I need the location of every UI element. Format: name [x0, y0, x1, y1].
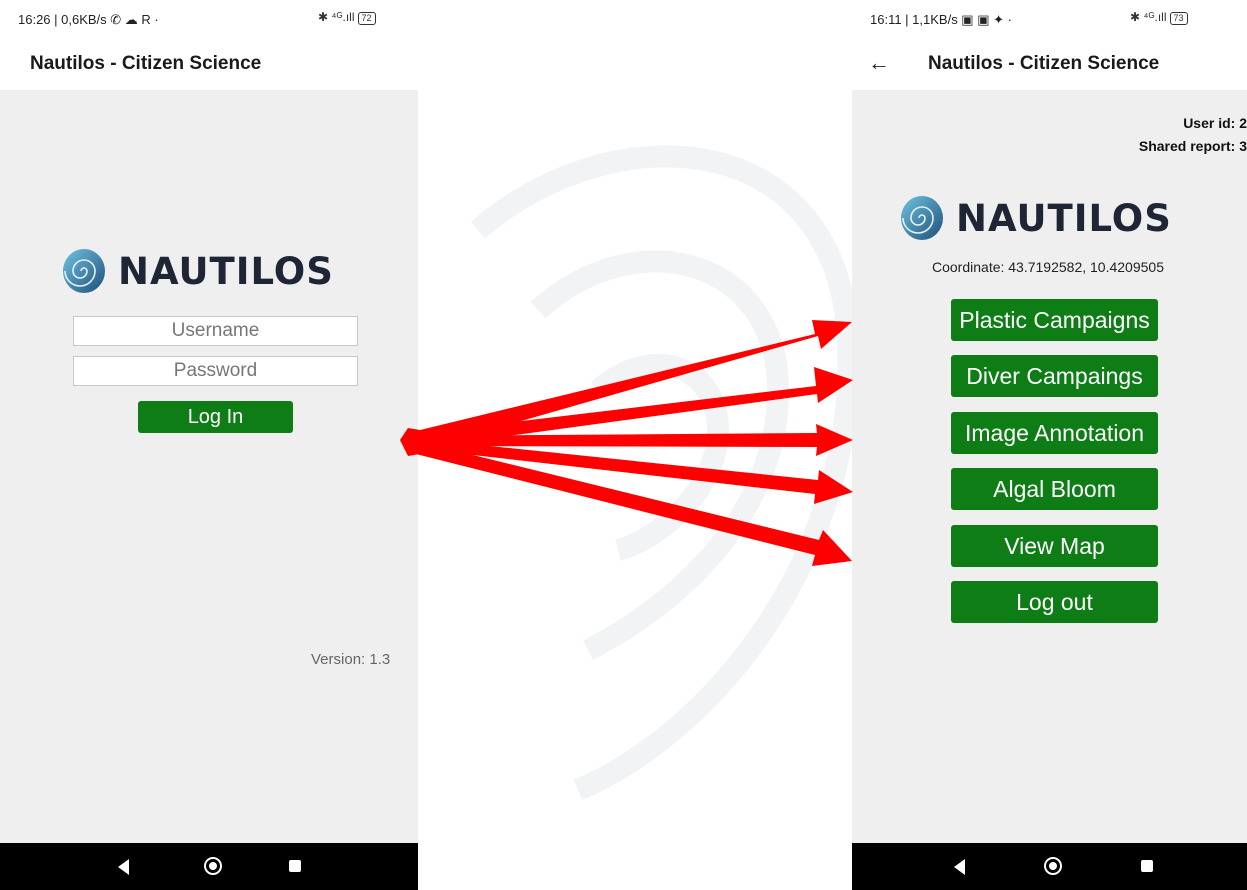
nav-back-icon[interactable] — [118, 859, 129, 875]
algal-bloom-button[interactable]: Algal Bloom — [951, 468, 1158, 510]
android-nav-bar — [0, 843, 418, 890]
status-icons: ✱ ⁴ᴳ.ıll 72 — [318, 10, 376, 25]
nautilus-logo-icon — [63, 249, 105, 293]
app-bar: ← Nautilos - Citizen Science — [852, 38, 1247, 90]
app-title: Nautilos - Citizen Science — [30, 53, 262, 74]
nautilos-logo: NAUTILOS — [900, 195, 1172, 241]
battery-icon: 73 — [1169, 12, 1188, 25]
status-time: 16:11 | 1,1KB/s ▣ ▣ ✦ · — [870, 12, 1012, 27]
logout-button[interactable]: Log out — [951, 581, 1158, 623]
brand-name: NAUTILOS — [956, 196, 1172, 240]
nav-home-icon[interactable] — [1044, 857, 1062, 875]
image-annotation-button[interactable]: Image Annotation — [951, 412, 1158, 454]
diver-campaigns-button[interactable]: Diver Campaings — [951, 355, 1158, 397]
status-icons: ✱ ⁴ᴳ.ıll 73 — [1130, 10, 1188, 25]
login-screen: 16:26 | 0,6KB/s ✆ ☁ R · ✱ ⁴ᴳ.ıll 72 Nauti… — [0, 0, 418, 890]
password-input[interactable] — [73, 356, 358, 386]
nautilus-logo-icon — [901, 196, 943, 240]
battery-icon: 72 — [357, 12, 376, 25]
signal-indicator: ✱ ⁴ᴳ.ıll — [1130, 10, 1167, 24]
nav-home-icon[interactable] — [204, 857, 222, 875]
user-id-label: User id: 2 — [1183, 115, 1247, 131]
app-title: Nautilos - Citizen Science — [928, 53, 1160, 74]
status-bar: 16:26 | 0,6KB/s ✆ ☁ R · ✱ ⁴ᴳ.ıll 72 — [0, 0, 418, 38]
app-bar: Nautilos - Citizen Science — [0, 38, 418, 90]
plastic-campaigns-button[interactable]: Plastic Campaigns — [951, 299, 1158, 341]
login-button[interactable]: Log In — [138, 401, 293, 433]
username-input[interactable] — [73, 316, 358, 346]
nav-back-icon[interactable] — [954, 859, 965, 875]
shared-report-label: Shared report: 3 — [1138, 138, 1247, 154]
version-label: Version: 1.3 — [311, 651, 391, 668]
composite-canvas: 16:26 | 0,6KB/s ✆ ☁ R · ✱ ⁴ᴳ.ıll 72 Nauti… — [0, 0, 1247, 890]
view-map-button[interactable]: View Map — [951, 525, 1158, 567]
signal-indicator: ✱ ⁴ᴳ.ıll — [318, 10, 355, 24]
nautilos-logo: NAUTILOS — [62, 248, 334, 294]
main-menu-screen: 16:11 | 1,1KB/s ▣ ▣ ✦ · ✱ ⁴ᴳ.ıll 73 ← Nau… — [852, 0, 1247, 890]
status-bar: 16:11 | 1,1KB/s ▣ ▣ ✦ · ✱ ⁴ᴳ.ıll 73 — [852, 0, 1247, 38]
coordinate-label: Coordinate: 43.7192582, 10.4209505 — [932, 259, 1164, 275]
nautilus-watermark-icon — [470, 145, 852, 801]
android-nav-bar — [852, 843, 1247, 890]
brand-name: NAUTILOS — [118, 249, 334, 293]
nav-recent-icon[interactable] — [1141, 860, 1153, 872]
status-time: 16:26 | 0,6KB/s ✆ ☁ R · — [18, 12, 159, 27]
back-arrow-icon[interactable]: ← — [868, 50, 890, 76]
nav-recent-icon[interactable] — [289, 860, 301, 872]
